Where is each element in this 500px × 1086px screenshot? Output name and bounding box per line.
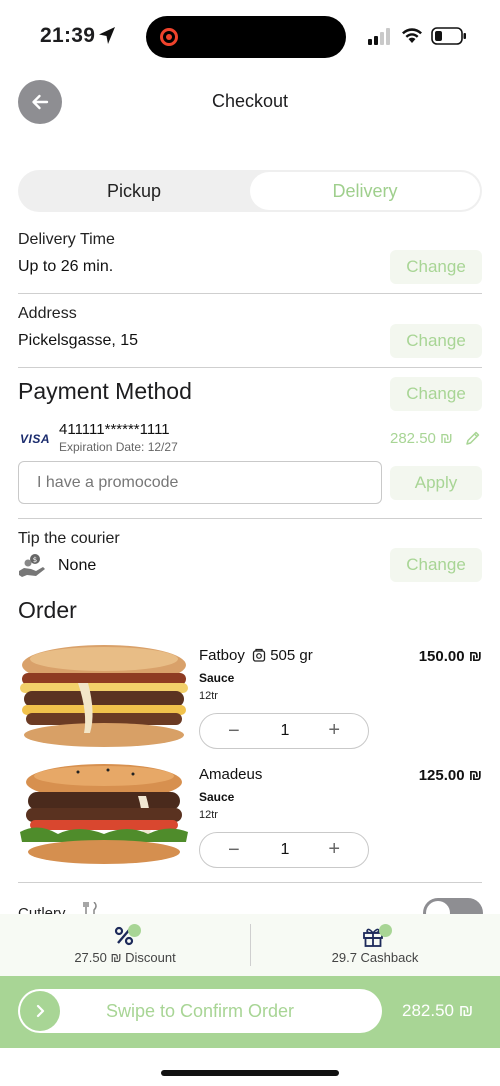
tab-pickup[interactable]: Pickup <box>18 170 250 212</box>
home-indicator[interactable] <box>161 1070 339 1076</box>
tip-value: None <box>58 557 97 574</box>
tab-delivery[interactable]: Delivery <box>250 172 480 210</box>
increase-quantity-button[interactable]: + <box>328 719 340 742</box>
swipe-label: Swipe to Confirm Order <box>105 1001 295 1021</box>
item-name: Amadeus <box>199 766 263 783</box>
check-icon <box>379 924 392 937</box>
check-icon <box>128 924 141 937</box>
page-title: Checkout <box>211 91 289 111</box>
home-indicator-area <box>0 1048 500 1086</box>
change-payment-button[interactable]: Change <box>390 377 482 411</box>
item-price: 125.00 ₪ <box>418 767 482 784</box>
item-sauce-label: Sauce <box>199 790 235 804</box>
location-arrow-icon <box>99 27 115 44</box>
benefits-bar: 27.50 ₪ Discount 29.7 Cashback <box>0 914 500 976</box>
cashback-text: 29.7 Cashback <box>331 950 419 965</box>
burger-image <box>20 645 188 747</box>
card-expiration: Expiration Date: 12/27 <box>59 440 178 454</box>
order-total: 282.50 ₪ <box>402 1001 474 1020</box>
change-delivery-time-button[interactable]: Change <box>390 250 482 284</box>
status-bar: 21:39 <box>0 0 500 74</box>
dynamic-island <box>146 16 346 58</box>
discount-info: 27.50 ₪ Discount <box>0 914 250 976</box>
delivery-time-value: Up to 26 min. <box>18 258 114 275</box>
order-type-segmented-control: Pickup Delivery <box>18 170 482 212</box>
quantity-stepper: − 1 + <box>199 832 369 868</box>
divider <box>18 882 482 883</box>
payment-amount: 282.50 ₪ <box>390 430 453 447</box>
item-sauce-label: Sauce <box>199 671 235 685</box>
item-price: 150.00 ₪ <box>418 648 482 665</box>
quantity-value: 1 <box>280 841 290 858</box>
confirm-order-bar: Swipe to Confirm Order 282.50 ₪ <box>0 976 500 1048</box>
pencil-icon[interactable] <box>465 430 481 446</box>
delivery-time-label: Delivery Time <box>18 231 115 248</box>
quantity-value: 1 <box>280 722 290 739</box>
item-name-text: Fatboy <box>199 647 245 664</box>
address-label: Address <box>18 305 77 322</box>
address-value: Pickelsgasse, 15 <box>18 332 139 349</box>
item-weight: 505 gr <box>270 647 313 664</box>
divider <box>18 367 482 368</box>
tip-label: Tip the courier <box>18 530 120 547</box>
visa-logo: VISA <box>20 432 51 446</box>
quantity-stepper: − 1 + <box>199 713 369 749</box>
cashback-info: 29.7 Cashback <box>250 914 500 976</box>
scale-icon <box>252 648 266 662</box>
hand-coin-icon: $ <box>19 554 45 577</box>
item-sauce-value: 12tr <box>199 809 218 821</box>
apply-promocode-button[interactable]: Apply <box>390 466 482 500</box>
promocode-input[interactable] <box>18 461 382 504</box>
change-tip-button[interactable]: Change <box>390 548 482 582</box>
divider <box>18 293 482 294</box>
card-number: 411111******1111 <box>59 421 170 438</box>
order-title: Order <box>18 597 77 623</box>
battery-icon <box>431 27 466 45</box>
discount-text: 27.50 ₪ Discount <box>74 950 176 965</box>
burger-image <box>20 764 188 864</box>
screen-record-icon <box>160 28 178 46</box>
wifi-icon <box>402 28 422 43</box>
cellular-signal-icon <box>368 28 390 45</box>
increase-quantity-button[interactable]: + <box>328 838 340 861</box>
payment-method-title: Payment Method <box>18 378 192 404</box>
divider <box>18 518 482 519</box>
swipe-to-confirm-slider[interactable]: Swipe to Confirm Order <box>18 989 382 1033</box>
change-address-button[interactable]: Change <box>390 324 482 358</box>
item-sauce-value: 12tr <box>199 690 218 702</box>
svg-text:$: $ <box>33 556 37 564</box>
status-time: 21:39 <box>40 24 96 47</box>
item-name: Fatboy 505 gr <box>199 647 313 664</box>
